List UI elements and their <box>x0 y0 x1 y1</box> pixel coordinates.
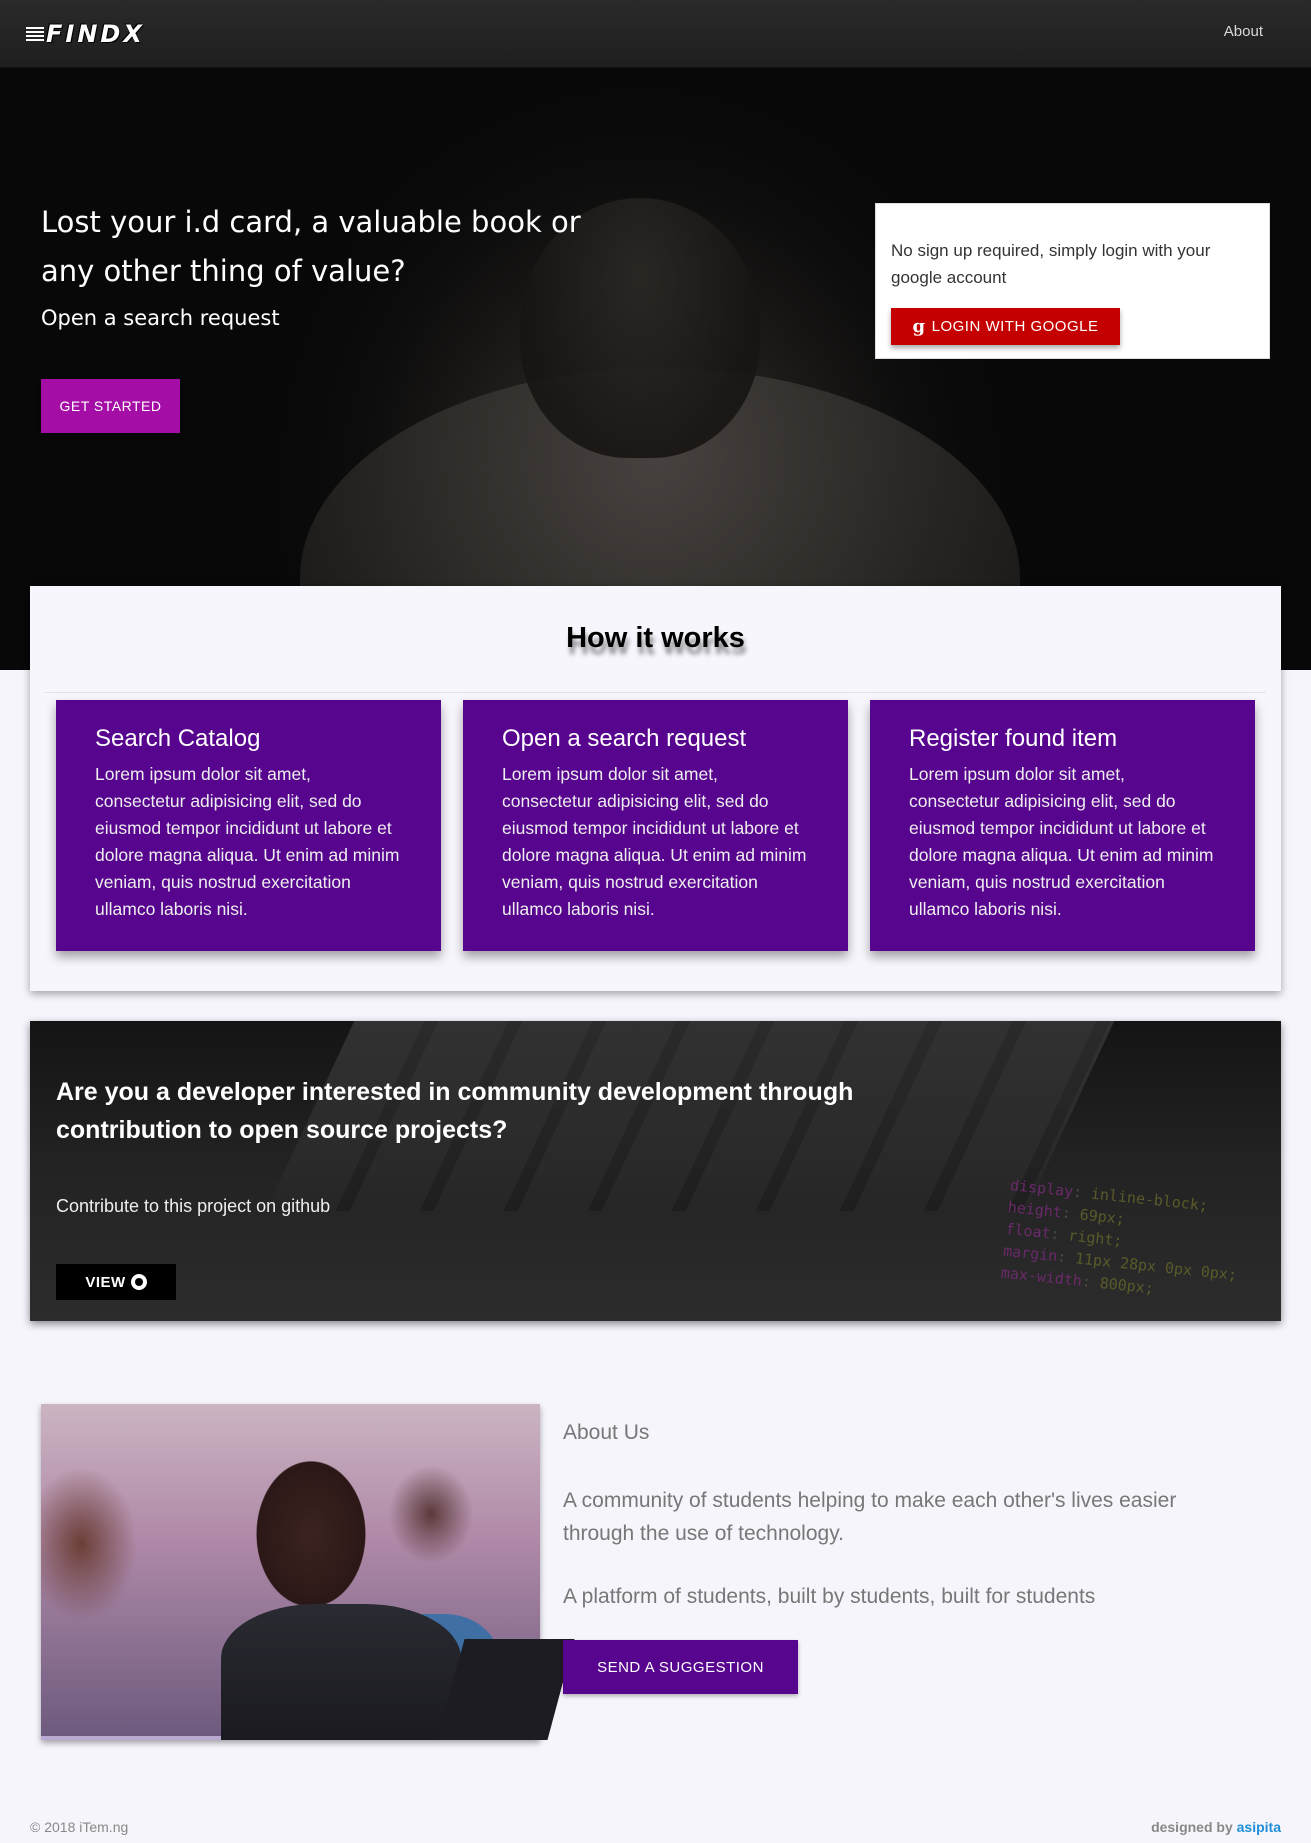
login-card-text: No sign up required, simply login with y… <box>891 241 1211 287</box>
step-card-search-catalog: Search Catalog Lorem ipsum dolor sit ame… <box>56 700 441 951</box>
developer-banner-subtitle: Contribute to this project on github <box>56 1196 331 1216</box>
developer-banner: display: inline-block; height: 69px; flo… <box>30 1021 1281 1321</box>
footer-copyright: © 2018 iTem.ng <box>30 1819 129 1835</box>
hero-subtitle: Open a search request <box>41 306 280 330</box>
developer-banner-title: Are you a developer interested in commun… <box>56 1078 854 1144</box>
step-title: Register found item <box>909 725 1118 752</box>
designer-link[interactable]: asipita <box>1237 1819 1281 1835</box>
github-icon <box>130 1274 147 1290</box>
footer-credit: designed by asipita <box>1151 1819 1281 1835</box>
view-on-github-button[interactable]: VIEW <box>56 1264 176 1300</box>
logo-text: FINDX <box>46 20 145 48</box>
image-figure <box>221 1604 461 1740</box>
code-snippet-background: display: inline-block; height: 69px; flo… <box>1000 1176 1238 1298</box>
speed-lines-icon <box>26 27 44 41</box>
step-description: Lorem ipsum dolor sit amet, consectetur … <box>95 764 400 919</box>
get-started-button[interactable]: GET STARTED <box>41 379 180 433</box>
step-description: Lorem ipsum dolor sit amet, consectetur … <box>909 764 1214 919</box>
about-heading: About Us <box>563 1421 650 1444</box>
google-icon: g <box>912 316 926 337</box>
about-paragraph: A community of students helping to make … <box>563 1489 1177 1545</box>
login-with-google-label: LOGIN WITH GOOGLE <box>931 318 1099 335</box>
about-students-image <box>41 1404 575 1740</box>
about-tagline: A platform of students, built by student… <box>563 1585 1096 1608</box>
how-it-works-section: How it works Search Catalog Lorem ipsum … <box>30 586 1281 991</box>
step-card-open-search-request: Open a search request Lorem ipsum dolor … <box>463 700 848 951</box>
divider <box>44 692 1266 693</box>
navbar: FINDX About <box>0 0 1311 68</box>
login-card: No sign up required, simply login with y… <box>875 203 1270 359</box>
designed-by-label: designed by <box>1151 1819 1233 1835</box>
step-card-register-found-item: Register found item Lorem ipsum dolor si… <box>870 700 1255 951</box>
step-description: Lorem ipsum dolor sit amet, consectetur … <box>502 764 807 919</box>
step-title: Open a search request <box>502 725 747 752</box>
view-button-label: VIEW <box>85 1273 126 1291</box>
login-with-google-button[interactable]: g LOGIN WITH GOOGLE <box>891 308 1120 345</box>
hero-section: Lost your i.d card, a valuable book or a… <box>0 68 1311 670</box>
logo[interactable]: FINDX <box>26 19 145 49</box>
hero-title: Lost your i.d card, a valuable book or a… <box>41 205 581 288</box>
nav-link-about[interactable]: About <box>1224 23 1263 40</box>
how-it-works-title: How it works <box>566 622 745 654</box>
send-suggestion-button[interactable]: SEND A SUGGESTION <box>563 1640 798 1694</box>
step-title: Search Catalog <box>95 725 261 752</box>
